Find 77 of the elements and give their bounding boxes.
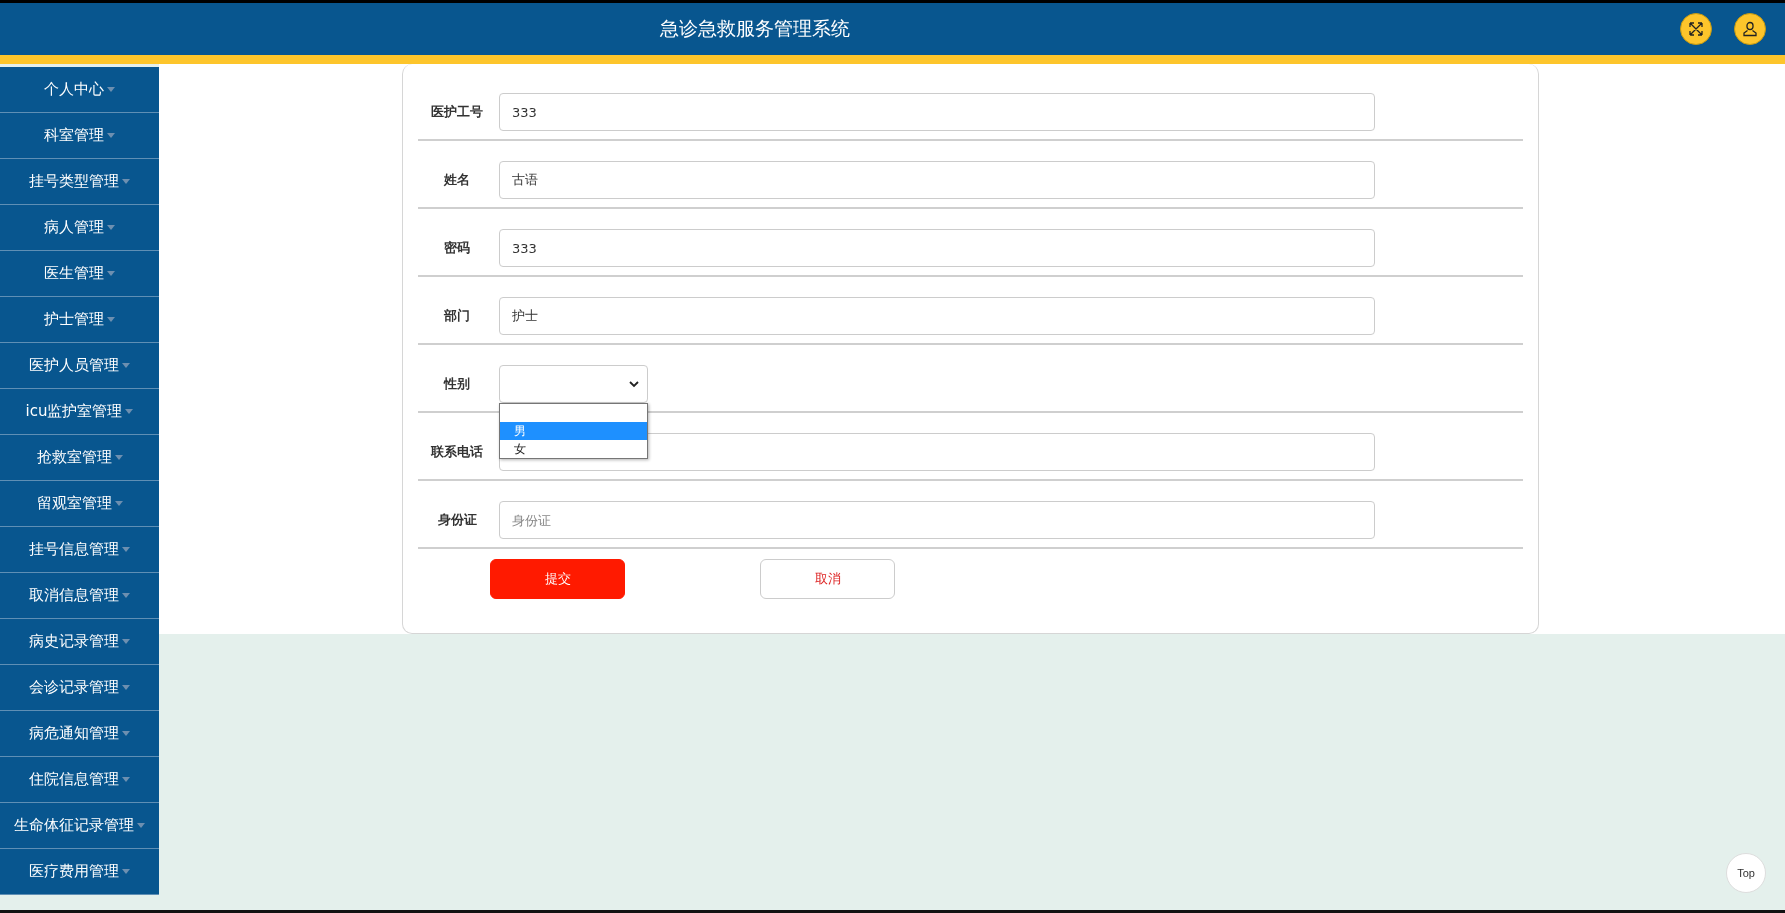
submit-button[interactable]: 提交 <box>490 559 625 599</box>
sidebar-item-label: 科室管理 <box>44 126 104 145</box>
sidebar-item-label: 病人管理 <box>44 218 104 237</box>
sidebar-item[interactable]: 护士管理 <box>0 297 159 343</box>
caret-icon <box>107 87 115 92</box>
field-label: 联系电话 <box>430 443 484 461</box>
sidebar-item[interactable]: 住院信息管理 <box>0 757 159 803</box>
caret-icon <box>122 639 130 644</box>
sidebar-item-label: 病危通知管理 <box>29 724 119 743</box>
sidebar-item[interactable]: 留观室管理 <box>0 481 159 527</box>
cancel-button[interactable]: 取消 <box>760 559 895 599</box>
sidebar-item[interactable]: 病危通知管理 <box>0 711 159 757</box>
caret-icon <box>122 777 130 782</box>
input-field[interactable]: 护士 <box>499 297 1375 335</box>
field-label: 性别 <box>442 375 471 393</box>
sidebar-item-label: 个人中心 <box>44 80 104 99</box>
input-field[interactable]: 333 <box>499 93 1375 131</box>
caret-icon <box>122 593 130 598</box>
sidebar-item-label: 取消信息管理 <box>29 586 119 605</box>
fullscreen-button[interactable] <box>1680 13 1712 45</box>
sidebar-item-label: 病史记录管理 <box>29 632 119 651</box>
caret-icon <box>107 133 115 138</box>
sidebar-item[interactable]: 病史记录管理 <box>0 619 159 665</box>
user-button[interactable] <box>1734 13 1766 45</box>
sidebar-item-label: 医生管理 <box>44 264 104 283</box>
field-label: 医护工号 <box>430 103 484 121</box>
sidebar-item[interactable]: 生命体征记录管理 <box>0 803 159 849</box>
sidebar-item-label: 住院信息管理 <box>29 770 119 789</box>
sidebar-item-label: 护士管理 <box>44 310 104 329</box>
field-label: 姓名 <box>443 171 471 189</box>
sidebar-item-label: 医疗费用管理 <box>29 862 119 881</box>
input-field[interactable]: 333 <box>499 229 1375 267</box>
caret-icon <box>122 547 130 552</box>
sidebar-item[interactable]: 挂号类型管理 <box>0 159 159 205</box>
dropdown-option[interactable]: 女 <box>500 440 647 458</box>
caret-icon <box>122 363 130 368</box>
caret-icon <box>122 179 130 184</box>
caret-icon <box>122 731 130 736</box>
field-label: 密码 <box>443 239 471 257</box>
select-field[interactable] <box>499 365 648 403</box>
sidebar-item-label: 会诊记录管理 <box>29 678 119 697</box>
sidebar-item[interactable]: 病人管理 <box>0 205 159 251</box>
sidebar-item-label: 留观室管理 <box>36 494 112 513</box>
field-label: 身份证 <box>436 511 478 529</box>
expand-arrows-icon <box>1688 21 1704 37</box>
caret-icon <box>107 317 115 322</box>
sidebar-item-label: 抢救室管理 <box>36 448 112 467</box>
sidebar-item[interactable]: 医生管理 <box>0 251 159 297</box>
caret-icon <box>107 271 115 276</box>
back-to-top-button[interactable]: Top <box>1726 853 1766 893</box>
user-icon <box>1742 21 1758 37</box>
caret-icon <box>114 455 123 460</box>
input-field[interactable]: 身份证 <box>499 501 1375 539</box>
caret-icon <box>122 869 130 874</box>
input-field[interactable]: 古语 <box>499 161 1375 199</box>
caret-icon <box>114 501 123 506</box>
sidebar-item[interactable]: 会诊记录管理 <box>0 665 159 711</box>
field-label: 部门 <box>443 307 471 325</box>
chevron-icon <box>629 380 639 388</box>
sidebar-item[interactable]: 抢救室管理 <box>0 435 159 481</box>
sidebar-item[interactable]: 科室管理 <box>0 113 159 159</box>
sidebar-item[interactable]: 取消信息管理 <box>0 573 159 619</box>
sidebar-item[interactable]: 个人中心 <box>0 67 159 113</box>
caret-icon <box>137 823 145 828</box>
sidebar-item-label: 生命体征记录管理 <box>14 816 134 835</box>
caret-icon <box>125 409 134 414</box>
sidebar-item-label: 医护人员管理 <box>29 356 119 375</box>
sidebar-item[interactable]: 医护人员管理 <box>0 343 159 389</box>
app-title: 急诊急救服务管理系统 <box>659 16 851 41</box>
caret-icon <box>122 685 130 690</box>
sidebar-item[interactable]: 医疗费用管理 <box>0 849 159 895</box>
caret-icon <box>107 225 115 230</box>
sidebar-item-label: 挂号信息管理 <box>29 540 119 559</box>
sidebar-item-label: 挂号类型管理 <box>29 172 119 191</box>
sidebar-item[interactable]: icu监护室管理 <box>0 389 159 435</box>
sidebar-item[interactable]: 挂号信息管理 <box>0 527 159 573</box>
sidebar-item-label: icu监护室管理 <box>25 402 123 421</box>
